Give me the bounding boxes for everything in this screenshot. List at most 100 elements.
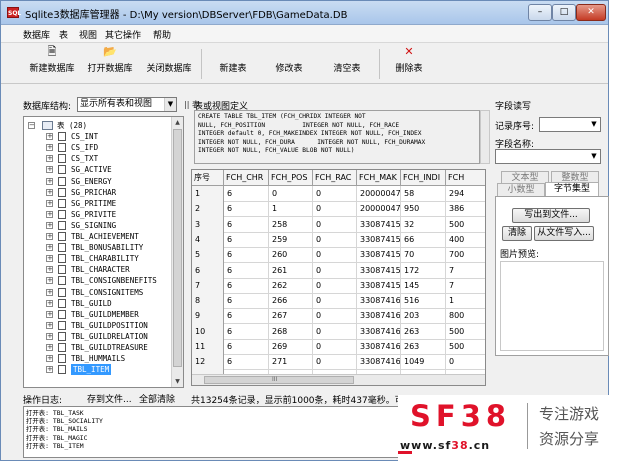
- tree-item[interactable]: + SG_PRICHAR: [24, 187, 172, 198]
- tree-item[interactable]: + TBL_GUILDTREASURE: [24, 342, 172, 353]
- table-cell[interactable]: 70: [401, 247, 446, 264]
- tab-bytes[interactable]: 字节集型: [545, 182, 599, 196]
- tree-item[interactable]: + TBL_GUILDRELATION: [24, 331, 172, 342]
- table-row[interactable]: 8 6 266 0 33087416 516 1: [192, 293, 485, 310]
- expand-icon[interactable]: +: [46, 155, 53, 163]
- table-cell[interactable]: 268: [269, 323, 313, 340]
- expand-icon[interactable]: +: [46, 133, 53, 141]
- table-row[interactable]: 2 6 1 0 20000047 950 386: [192, 201, 485, 218]
- table-cell[interactable]: 386: [446, 201, 485, 217]
- table-cell[interactable]: 800: [446, 308, 485, 324]
- row-number[interactable]: 8: [192, 293, 224, 310]
- table-row[interactable]: 3 6 258 0 33087415 32 500: [192, 216, 485, 233]
- table-cell[interactable]: 267: [269, 308, 313, 325]
- table-cell[interactable]: 500: [446, 339, 485, 355]
- table-cell[interactable]: 20000047: [357, 201, 401, 218]
- table-cell[interactable]: 259: [269, 231, 313, 248]
- table-cell[interactable]: 6: [224, 354, 269, 371]
- table-cell[interactable]: 0: [313, 201, 357, 218]
- expand-icon[interactable]: +: [46, 177, 53, 185]
- table-cell[interactable]: 6: [224, 277, 269, 294]
- menu-other[interactable]: 其它操作: [105, 28, 141, 41]
- row-number[interactable]: 1: [192, 186, 224, 202]
- new-table-button[interactable]: 新建表: [213, 45, 253, 83]
- expand-icon[interactable]: +: [46, 344, 53, 351]
- tree-item[interactable]: + TBL_CHARABILITY: [24, 253, 172, 264]
- table-cell[interactable]: 32: [401, 216, 446, 233]
- table-cell[interactable]: 258: [269, 216, 313, 233]
- tree-item[interactable]: + SG_SIGNING: [24, 220, 172, 231]
- table-cell[interactable]: 950: [401, 201, 446, 218]
- table-row[interactable]: 12 6 271 0 33087416 1049 0: [192, 354, 485, 371]
- export-to-file-button[interactable]: 写出到文件...: [512, 208, 590, 223]
- tree-item[interactable]: + TBL_HUMMAILS: [24, 353, 172, 364]
- scroll-down-icon[interactable]: ▼: [172, 376, 183, 387]
- table-cell[interactable]: 500: [446, 324, 485, 340]
- clear-table-button[interactable]: 清空表: [327, 45, 367, 83]
- table-cell[interactable]: 33087416: [357, 293, 401, 310]
- expand-icon[interactable]: +: [46, 310, 53, 318]
- tree-scrollbar[interactable]: ▲ ▼: [171, 117, 183, 387]
- save-log-button[interactable]: 存到文件...: [87, 392, 132, 405]
- table-cell[interactable]: 33087415: [357, 231, 401, 248]
- table-cell[interactable]: 33087415: [357, 262, 401, 279]
- table-cell[interactable]: 0: [313, 186, 357, 202]
- expand-icon[interactable]: +: [46, 144, 53, 152]
- expand-icon[interactable]: +: [46, 332, 53, 340]
- row-number[interactable]: 5: [192, 247, 224, 264]
- table-cell[interactable]: 0: [313, 323, 357, 340]
- expand-icon[interactable]: +: [46, 277, 53, 285]
- table-cell[interactable]: 20000047: [357, 186, 401, 202]
- minimize-button[interactable]: –: [528, 4, 552, 21]
- scroll-up-icon[interactable]: ▲: [172, 117, 183, 128]
- table-cell[interactable]: 33087415: [357, 277, 401, 294]
- column-header[interactable]: FCH_POS: [269, 170, 313, 186]
- table-cell[interactable]: 0: [313, 293, 357, 310]
- tree-item[interactable]: + TBL_GUILDMEMBER: [24, 309, 172, 320]
- table-cell[interactable]: 66: [401, 231, 446, 248]
- table-cell[interactable]: 33087415: [357, 216, 401, 233]
- table-cell[interactable]: 0: [313, 231, 357, 248]
- expand-icon[interactable]: +: [46, 244, 53, 252]
- delete-table-button[interactable]: ✕ 删除表: [389, 45, 429, 83]
- expand-icon[interactable]: +: [46, 366, 53, 374]
- table-cell[interactable]: 263: [401, 339, 446, 355]
- tree-item[interactable]: + CS_TXT: [24, 153, 172, 164]
- table-cell[interactable]: 6: [224, 293, 269, 310]
- table-cell[interactable]: 262: [269, 277, 313, 294]
- table-cell[interactable]: 0: [313, 277, 357, 294]
- expand-icon[interactable]: +: [46, 199, 53, 207]
- table-cell[interactable]: 6: [224, 216, 269, 233]
- table-cell[interactable]: 0: [313, 262, 357, 279]
- tree-root[interactable]: − 表 (28): [24, 120, 172, 131]
- close-button[interactable]: ✕: [576, 4, 606, 21]
- table-cell[interactable]: 58: [401, 186, 446, 202]
- table-cell[interactable]: 6: [224, 339, 269, 355]
- table-row[interactable]: 4 6 259 0 33087415 66 400: [192, 231, 485, 248]
- table-cell[interactable]: 0: [446, 354, 485, 370]
- expand-icon[interactable]: +: [46, 221, 53, 229]
- menu-table[interactable]: 表: [59, 28, 68, 41]
- menu-view[interactable]: 视图: [79, 28, 97, 41]
- column-header[interactable]: FCH: [446, 170, 485, 186]
- tree-item[interactable]: + TBL_CONSIGNITEMS: [24, 287, 172, 298]
- close-database-button[interactable]: 关闭数据库: [143, 45, 195, 83]
- table-cell[interactable]: 0: [313, 216, 357, 233]
- table-row[interactable]: 1 6 0 0 20000047 58 294: [192, 186, 485, 202]
- sql-scrollbar[interactable]: [480, 110, 490, 164]
- row-number[interactable]: 6: [192, 262, 224, 279]
- table-cell[interactable]: 0: [313, 339, 357, 355]
- table-cell[interactable]: 33087416: [357, 323, 401, 340]
- table-cell[interactable]: 6: [224, 262, 269, 279]
- table-cell[interactable]: 0: [269, 186, 313, 202]
- table-cell[interactable]: 33087416: [357, 354, 401, 371]
- table-cell[interactable]: 400: [446, 232, 485, 248]
- table-cell[interactable]: 1: [269, 201, 313, 218]
- grid-horizontal-scrollbar[interactable]: III: [192, 374, 485, 385]
- tree-item[interactable]: + SG_ACTIVE: [24, 164, 172, 175]
- record-number-select[interactable]: ▼: [539, 117, 601, 132]
- table-cell[interactable]: 263: [401, 323, 446, 340]
- table-cell[interactable]: 6: [224, 186, 269, 202]
- table-cell[interactable]: 33087415: [357, 247, 401, 264]
- column-header[interactable]: FCH_CHR: [224, 170, 269, 186]
